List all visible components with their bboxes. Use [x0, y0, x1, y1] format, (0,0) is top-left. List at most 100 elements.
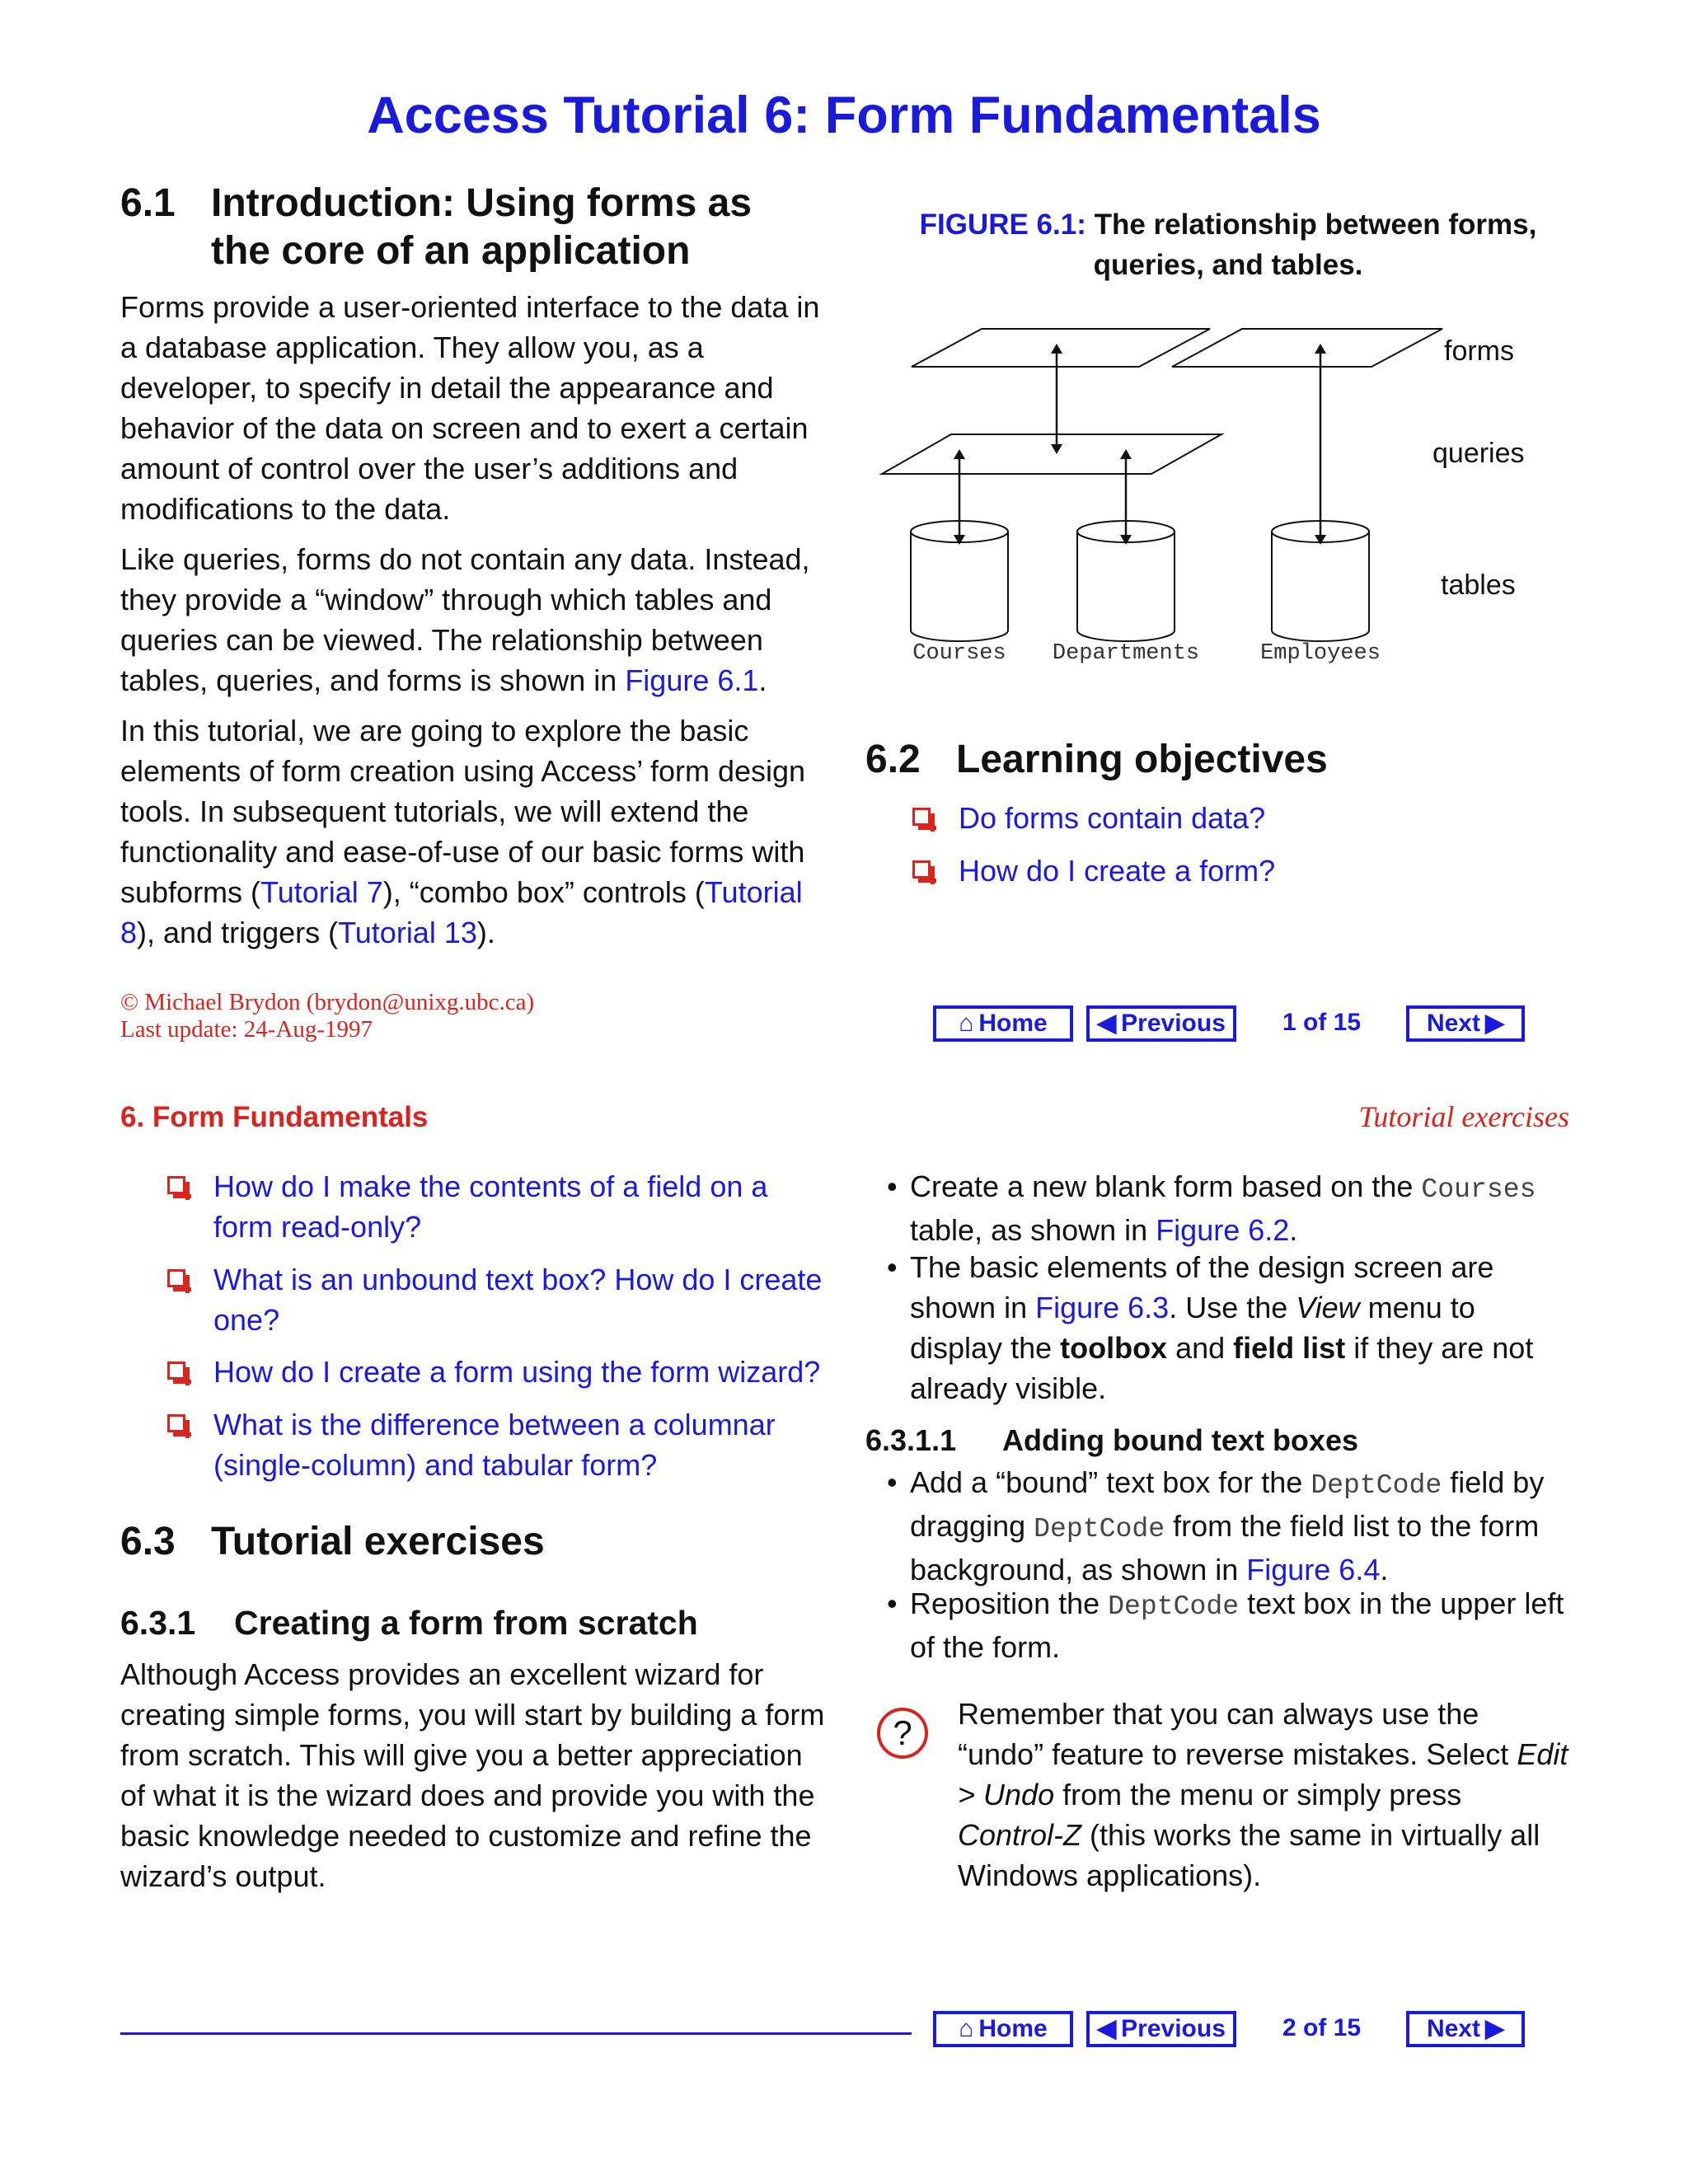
copyright-text: © Michael Brydon (brydon@unixg.ubc.ca): [120, 989, 535, 1015]
figure-6-4-link[interactable]: Figure 6.4: [1246, 1553, 1380, 1586]
heading-text: Creating a form from scratch: [234, 1604, 698, 1642]
code-courses: Courses: [1421, 1174, 1536, 1205]
tip-paragraph: Remember that you can always use the “un…: [958, 1694, 1573, 1896]
intro-paragraph-3: In this tutorial, we are going to explor…: [120, 710, 829, 953]
running-header-right: Tutorial exercises: [1358, 1100, 1569, 1133]
layer-label-queries: queries: [1432, 438, 1525, 469]
section-6-3-1-body: Although Access provides an excellent wi…: [120, 1654, 829, 1906]
text-run: table, as shown in: [910, 1213, 1156, 1247]
svg-text:?: ?: [893, 1713, 912, 1752]
objective-text: How do I create a form?: [959, 854, 1276, 888]
bullet-dot-icon: •: [887, 1250, 898, 1284]
objective-text: What is an unbound text box? How do I cr…: [213, 1263, 823, 1337]
checkbox-bullet-icon: [912, 808, 936, 832]
bullet-text: The basic elements of the design screen …: [910, 1247, 1571, 1408]
tutorial-13-link[interactable]: Tutorial 13: [338, 916, 477, 949]
text-run: Add a “bound” text box for the: [910, 1465, 1311, 1499]
figure-6-1-link[interactable]: Figure 6.1: [625, 663, 758, 697]
previous-button[interactable]: ◀ Previous: [1086, 2011, 1236, 2047]
bullet-text: Create a new blank form based on the Cou…: [910, 1166, 1571, 1250]
left-triangle-icon: ◀: [1097, 1010, 1117, 1037]
code-deptcode: DeptCode: [1108, 1591, 1240, 1622]
home-icon: ⌂: [959, 1010, 974, 1037]
section-number: 6.3.1: [120, 1604, 196, 1642]
text-run: ), “combo box” controls (: [382, 875, 705, 909]
section-number: 6.3: [120, 1520, 176, 1563]
checkbox-bullet-icon: [167, 1414, 191, 1438]
next-button[interactable]: Next ▶: [1406, 1005, 1525, 1042]
home-label: Home: [978, 1010, 1048, 1037]
objective-item[interactable]: How do I make the contents of a field on…: [167, 1166, 827, 1247]
figure-6-2-link[interactable]: Figure 6.2: [1156, 1213, 1289, 1247]
table-label-courses: Courses: [912, 641, 1006, 666]
code-deptcode: DeptCode: [1034, 1513, 1165, 1544]
next-button[interactable]: Next ▶: [1406, 2011, 1525, 2047]
tutorial-7-link[interactable]: Tutorial 7: [260, 875, 383, 909]
page-number: 2 of 15: [1282, 2014, 1362, 2041]
text-run: and: [1167, 1331, 1234, 1365]
text-run: from the menu or simply press: [1054, 1778, 1462, 1811]
checkbox-bullet-icon: [167, 1361, 191, 1385]
previous-label: Previous: [1121, 2015, 1226, 2042]
caption-line-1: The relationship between forms,: [1094, 209, 1537, 241]
right-triangle-icon: ▶: [1484, 1010, 1505, 1037]
home-button[interactable]: ⌂ Home: [933, 2011, 1073, 2047]
text-run: Create a new blank form based on the: [910, 1169, 1422, 1203]
view-menu-text: View: [1296, 1291, 1360, 1324]
last-update-text: Last update: 24-Aug-1997: [120, 1016, 373, 1043]
heading-text: Adding bound text boxes: [1002, 1423, 1358, 1457]
bullet-item: • Reposition the DeptCode text box in th…: [887, 1583, 1571, 1667]
bullet-dot-icon: •: [887, 1586, 898, 1620]
objective-text: What is the difference between a columna…: [213, 1408, 776, 1482]
text-run: .: [758, 663, 767, 697]
bullet-dot-icon: •: [887, 1169, 898, 1203]
objective-item[interactable]: What is an unbound text box? How do I cr…: [167, 1259, 827, 1340]
objective-text: How do I make the contents of a field on…: [213, 1169, 768, 1244]
table-label-employees: Employees: [1260, 641, 1381, 666]
home-button[interactable]: ⌂ Home: [933, 1005, 1073, 1042]
scratch-paragraph: Although Access provides an excellent wi…: [120, 1657, 825, 1893]
heading-line-2: the core of an application: [211, 229, 691, 273]
section-number: 6.3.1.1: [865, 1423, 957, 1457]
objective-item[interactable]: How do I create a form?: [912, 851, 1588, 891]
section-6-3-heading: 6.3 Tutorial exercises: [120, 1518, 829, 1566]
right-triangle-icon: ▶: [1484, 2015, 1505, 2042]
heading-text: Tutorial exercises: [211, 1520, 545, 1563]
code-deptcode: DeptCode: [1311, 1469, 1442, 1501]
objective-item[interactable]: What is the difference between a columna…: [167, 1404, 827, 1485]
checkbox-bullet-icon: [912, 860, 936, 884]
intro-paragraph-1: Forms provide a user-oriented interface …: [120, 290, 820, 526]
question-mark-icon: ?: [877, 1708, 928, 1759]
heading-text: Learning objectives: [956, 738, 1328, 781]
field-list-text: field list: [1233, 1331, 1346, 1365]
figure-6-3-link[interactable]: Figure 6.3: [1035, 1291, 1169, 1324]
bullet-item: • The basic elements of the design scree…: [887, 1247, 1571, 1408]
checkbox-bullet-icon: [167, 1269, 191, 1293]
objective-item[interactable]: Do forms contain data?: [912, 798, 1588, 838]
text-run: ), and triggers (: [137, 916, 339, 949]
form-plane-left: [911, 328, 1211, 368]
objective-item[interactable]: How do I create a form using the form wi…: [167, 1352, 827, 1392]
query-plane: [879, 434, 1225, 475]
form-plane-right: [1171, 328, 1443, 368]
section-number: 6.1: [120, 181, 176, 225]
bullet-item: • Create a new blank form based on the C…: [887, 1166, 1571, 1250]
bullet-text: Add a “bound” text box for the DeptCode …: [910, 1462, 1571, 1590]
toolbox-text: toolbox: [1060, 1331, 1168, 1365]
heading-line-1: Introduction: Using forms as: [211, 181, 753, 225]
page-number: 1 of 15: [1282, 1009, 1362, 1036]
figure-label: FIGURE 6.1:: [919, 209, 1086, 241]
intro-paragraph-2: Like queries, forms do not contain any d…: [120, 539, 829, 701]
layer-label-forms: forms: [1444, 335, 1514, 367]
bullet-text: Reposition the DeptCode text box in the …: [910, 1583, 1571, 1667]
previous-label: Previous: [1121, 1010, 1226, 1037]
section-number: 6.2: [865, 738, 921, 781]
section-6-1-body: Forms provide a user-oriented interface …: [120, 287, 829, 963]
caption-line-2: queries, and tables.: [1093, 249, 1363, 281]
control-z-text: Control-Z: [958, 1818, 1082, 1852]
table-label-departments: Departments: [1053, 641, 1199, 666]
bullet-dot-icon: •: [887, 1465, 898, 1499]
previous-button[interactable]: ◀ Previous: [1086, 1005, 1236, 1042]
text-run: ).: [476, 916, 495, 949]
footer-divider: [120, 2032, 912, 2035]
